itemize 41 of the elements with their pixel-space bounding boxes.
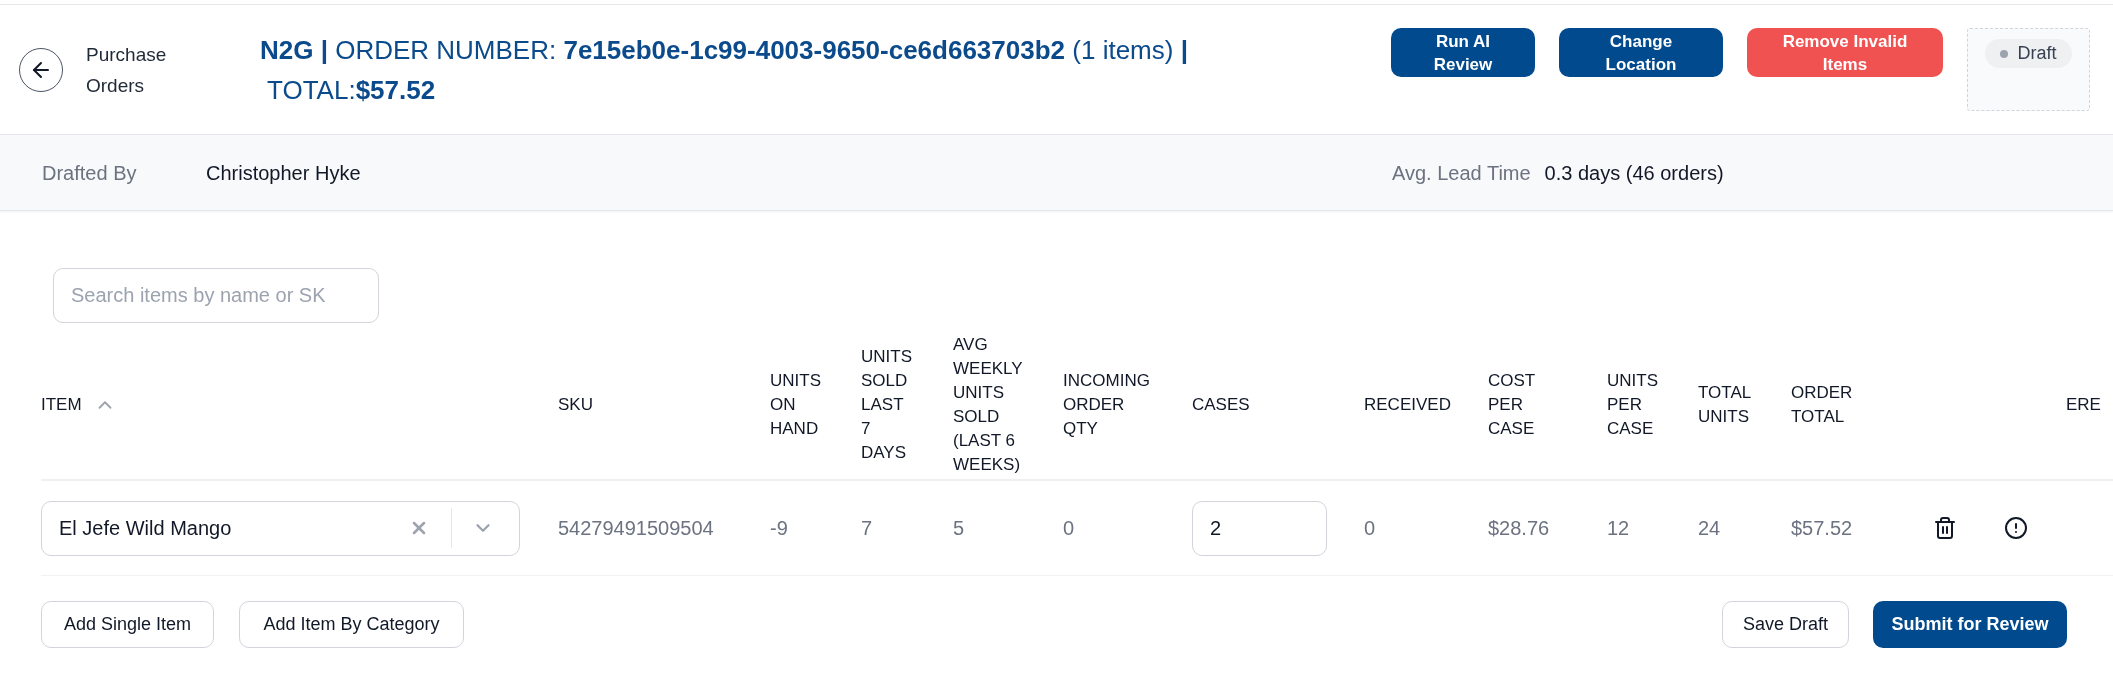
column-header: CASES	[1192, 394, 1250, 416]
footer-button[interactable]: Submit for Review	[1873, 601, 2067, 648]
table-cell-text: $57.52	[1791, 516, 1854, 541]
column-header: COST PER CASE	[1488, 370, 1535, 440]
search-field[interactable]: Search items by name or SK	[53, 268, 379, 323]
column-header: ERE	[2066, 394, 2101, 416]
table-cell-text: 12	[1607, 516, 1631, 541]
field-value: 0.3 days (46 orders)	[1544, 160, 1724, 186]
alert-icon[interactable]	[2004, 516, 2028, 540]
column-header[interactable]: ITEM	[41, 393, 82, 417]
table-cell-text: 7	[861, 516, 874, 541]
column-header: RECEIVED	[1364, 394, 1451, 416]
table-cell-text: 24	[1698, 516, 1722, 541]
column-header: INCOMING ORDER QTY	[1063, 370, 1150, 440]
table-cell-text: 54279491509504	[558, 516, 715, 541]
column-header: ORDER TOTAL	[1791, 382, 1853, 428]
cases-input[interactable]: 2	[1192, 500, 1327, 556]
order-title: N2G | ORDER NUMBER: 7e15eb0e-1c99-4003-9650-ce6d663703b2 (1 items) | TOTAL:$57.52	[260, 33, 1188, 107]
table-cell-text: 0	[1063, 516, 1076, 541]
footer-button[interactable]: Save Draft	[1722, 601, 1849, 648]
trash-icon[interactable]	[1933, 516, 1957, 540]
status-label: Draft	[2017, 42, 2057, 65]
table-cell-text: 0	[1364, 516, 1377, 541]
table-cell-text: $28.76	[1488, 516, 1551, 541]
column-header: UNITS SOLD LAST 7 DAYS	[861, 346, 912, 464]
column-header: UNITS ON HAND	[770, 370, 821, 440]
breadcrumb-link[interactable]: Purchase Orders	[86, 38, 186, 101]
column-header: AVG WEEKLY UNITS SOLD (LAST 6 WEEKS)	[953, 334, 1024, 476]
field-label: Drafted By	[42, 160, 138, 186]
field-label: Avg. Lead Time	[1392, 160, 1531, 186]
back-button[interactable]	[19, 47, 63, 92]
table-cell-text: 5	[953, 516, 966, 541]
field-value: Christopher Hyke	[206, 160, 361, 186]
action-button[interactable]: Change Location	[1559, 28, 1723, 77]
column-header: UNITS PER CASE	[1607, 370, 1658, 440]
table-cell-text: -9	[770, 516, 789, 541]
column-header: TOTAL UNITS	[1698, 382, 1751, 428]
column-header: SKU	[558, 394, 593, 416]
add-item-button[interactable]: Add Single Item	[41, 601, 214, 648]
add-item-button[interactable]: Add Item By Category	[239, 601, 464, 648]
action-button[interactable]: Run AI Review	[1391, 28, 1535, 77]
